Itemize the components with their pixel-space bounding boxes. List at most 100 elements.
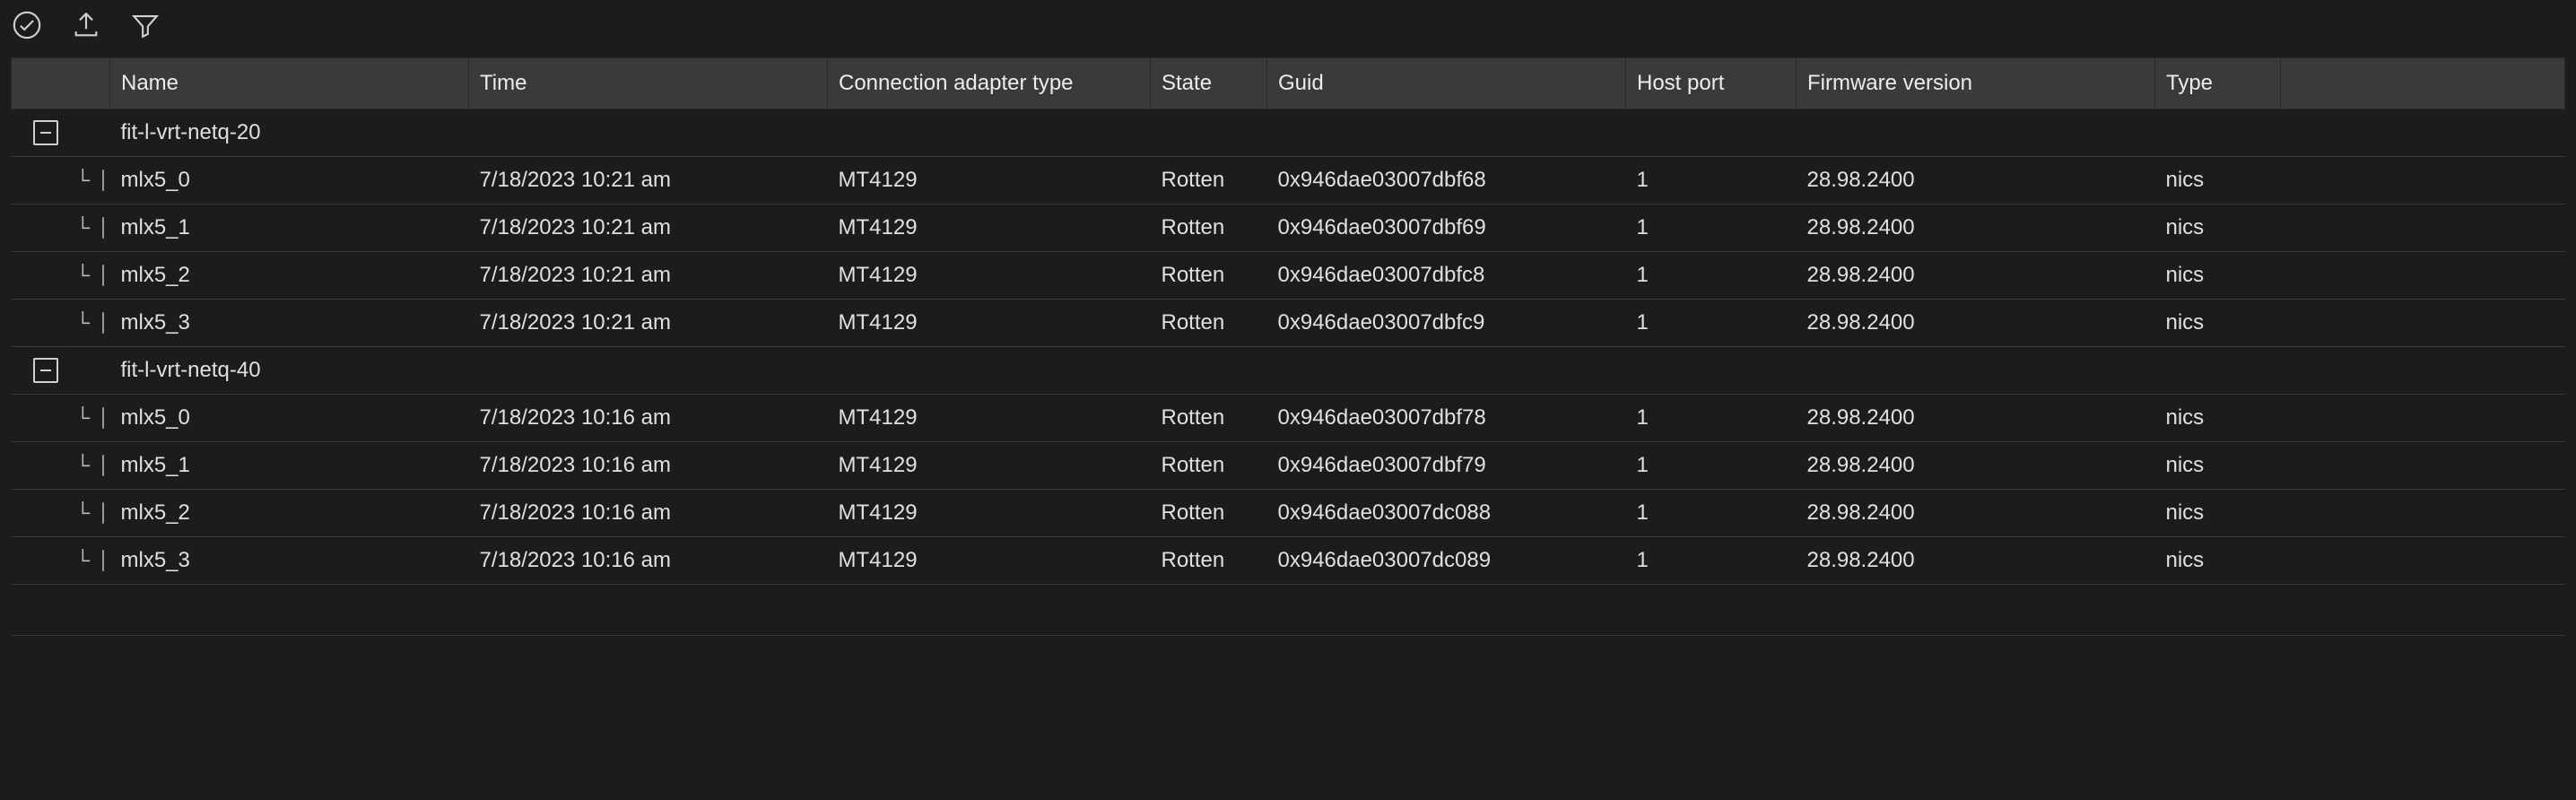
table-row: └mlx5_27/18/2023 10:21 amMT4129Rotten0x9… [12, 252, 2565, 300]
table-row: └mlx5_07/18/2023 10:21 amMT4129Rotten0x9… [12, 157, 2565, 204]
collapse-icon[interactable] [33, 120, 58, 145]
col-fw[interactable]: Firmware version [1797, 58, 2155, 109]
cell-state: Rotten [1151, 442, 1267, 490]
table-row: └mlx5_37/18/2023 10:16 amMT4129Rotten0x9… [12, 537, 2565, 585]
cell-host: 1 [1626, 442, 1797, 490]
cell-fw: 28.98.2400 [1797, 442, 2155, 490]
cell-conn: MT4129 [828, 490, 1151, 537]
cell-name: mlx5_3 [110, 537, 469, 585]
cell-guid: 0x946dae03007dbf78 [1267, 395, 1626, 442]
export-icon[interactable] [70, 9, 102, 41]
cell-guid: 0x946dae03007dbfc9 [1267, 300, 1626, 347]
cell-fw: 28.98.2400 [1797, 395, 2155, 442]
cell-name: mlx5_0 [110, 157, 469, 204]
footer-row [12, 585, 2565, 636]
cell-extra [2281, 252, 2565, 300]
cell-extra [2281, 490, 2565, 537]
cell-time: 7/18/2023 10:16 am [469, 537, 828, 585]
row-checkbox[interactable] [102, 170, 104, 191]
cell-time: 7/18/2023 10:16 am [469, 490, 828, 537]
cell-fw: 28.98.2400 [1797, 490, 2155, 537]
cell-guid: 0x946dae03007dbf69 [1267, 204, 1626, 252]
cell-host: 1 [1626, 300, 1797, 347]
cell-conn: MT4129 [828, 300, 1151, 347]
data-table: Name Time Connection adapter type State … [11, 57, 2565, 636]
child-indicator-icon: └ [76, 313, 91, 333]
collapse-icon[interactable] [33, 358, 58, 383]
filter-icon[interactable] [129, 9, 161, 41]
cell-conn: MT4129 [828, 442, 1151, 490]
cell-state: Rotten [1151, 537, 1267, 585]
cell-extra [2281, 442, 2565, 490]
cell-type: nics [2155, 537, 2281, 585]
child-indicator-icon: └ [76, 218, 91, 238]
cell-type: nics [2155, 395, 2281, 442]
row-checkbox[interactable] [102, 407, 104, 429]
cell-time: 7/18/2023 10:16 am [469, 442, 828, 490]
toolbar [0, 0, 2576, 57]
table-row: └mlx5_37/18/2023 10:21 amMT4129Rotten0x9… [12, 300, 2565, 347]
cell-fw: 28.98.2400 [1797, 252, 2155, 300]
col-extra [2281, 58, 2565, 109]
cell-guid: 0x946dae03007dbf79 [1267, 442, 1626, 490]
row-checkbox[interactable] [102, 455, 104, 476]
row-checkbox[interactable] [102, 217, 104, 239]
row-checkbox[interactable] [102, 265, 104, 286]
cell-host: 1 [1626, 395, 1797, 442]
cell-extra [2281, 157, 2565, 204]
cell-extra [2281, 537, 2565, 585]
cell-name: mlx5_2 [110, 490, 469, 537]
cell-state: Rotten [1151, 252, 1267, 300]
col-state[interactable]: State [1151, 58, 1267, 109]
child-indicator-icon: └ [76, 265, 91, 285]
group-row: fit-l-vrt-netq-20 [12, 109, 2565, 157]
cell-time: 7/18/2023 10:21 am [469, 300, 828, 347]
row-checkbox[interactable] [102, 312, 104, 334]
cell-name: mlx5_0 [110, 395, 469, 442]
cell-guid: 0x946dae03007dbf68 [1267, 157, 1626, 204]
table-row: └mlx5_17/18/2023 10:21 amMT4129Rotten0x9… [12, 204, 2565, 252]
cell-fw: 28.98.2400 [1797, 300, 2155, 347]
col-time[interactable]: Time [469, 58, 828, 109]
col-name[interactable]: Name [110, 58, 469, 109]
cell-conn: MT4129 [828, 252, 1151, 300]
cell-host: 1 [1626, 157, 1797, 204]
row-checkbox[interactable] [102, 502, 104, 524]
col-host[interactable]: Host port [1626, 58, 1797, 109]
cell-guid: 0x946dae03007dc089 [1267, 537, 1626, 585]
cell-extra [2281, 395, 2565, 442]
cell-time: 7/18/2023 10:21 am [469, 157, 828, 204]
cell-time: 7/18/2023 10:21 am [469, 204, 828, 252]
cell-conn: MT4129 [828, 204, 1151, 252]
col-type[interactable]: Type [2155, 58, 2281, 109]
cell-type: nics [2155, 252, 2281, 300]
cell-type: nics [2155, 300, 2281, 347]
col-guid[interactable]: Guid [1267, 58, 1626, 109]
cell-fw: 28.98.2400 [1797, 157, 2155, 204]
cell-name: mlx5_2 [110, 252, 469, 300]
group-row: fit-l-vrt-netq-40 [12, 347, 2565, 395]
col-expand [12, 58, 110, 109]
cell-state: Rotten [1151, 204, 1267, 252]
table-row: └ mlx5_17/18/2023 10:16 amMT4129Rotten0x9… [12, 442, 2565, 490]
group-label[interactable]: fit-l-vrt-netq-20 [110, 109, 2565, 157]
cell-type: nics [2155, 490, 2281, 537]
cell-guid: 0x946dae03007dc088 [1267, 490, 1626, 537]
cell-name: mlx5_1 [110, 442, 469, 490]
group-label[interactable]: fit-l-vrt-netq-40 [110, 347, 2565, 395]
child-indicator-icon: └ [76, 408, 91, 428]
cell-fw: 28.98.2400 [1797, 204, 2155, 252]
table-row: └mlx5_27/18/2023 10:16 amMT4129Rotten0x9… [12, 490, 2565, 537]
child-indicator-icon: └ [76, 170, 91, 190]
approve-icon[interactable] [11, 9, 43, 41]
cell-type: nics [2155, 442, 2281, 490]
cell-host: 1 [1626, 252, 1797, 300]
cell-state: Rotten [1151, 395, 1267, 442]
child-indicator-icon: └ [76, 456, 91, 475]
row-checkbox[interactable] [102, 550, 104, 571]
cell-extra [2281, 300, 2565, 347]
cell-extra [2281, 204, 2565, 252]
cell-time: 7/18/2023 10:16 am [469, 395, 828, 442]
col-conn[interactable]: Connection adapter type [828, 58, 1151, 109]
child-indicator-icon: └ [76, 503, 91, 523]
